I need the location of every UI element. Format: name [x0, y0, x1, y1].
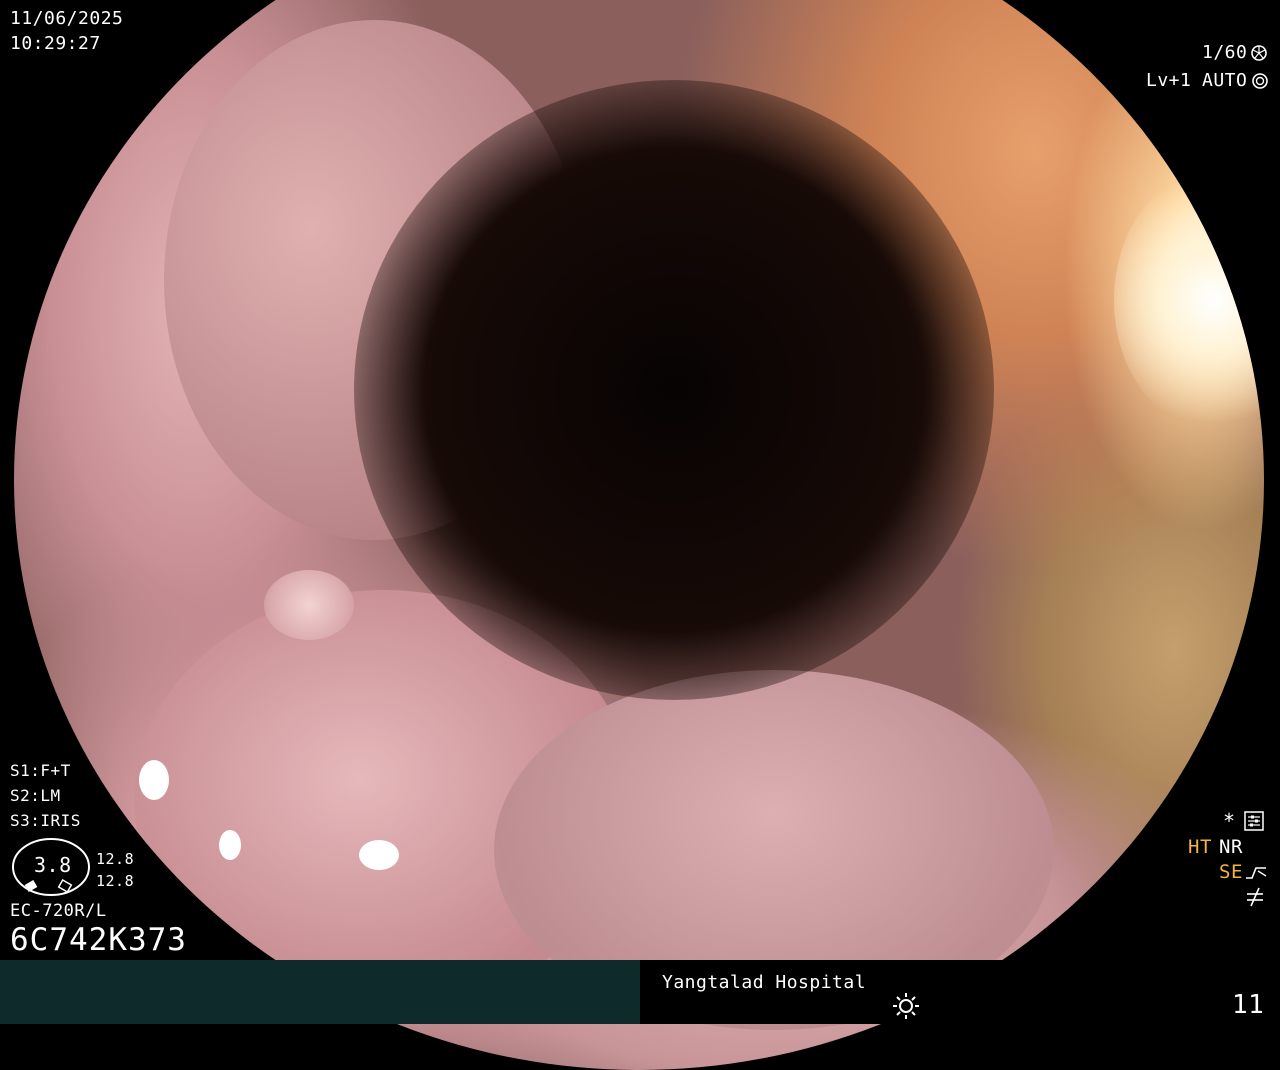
se-curve-icon: [1244, 862, 1268, 882]
nodule: [264, 570, 354, 640]
glare-spot: [359, 840, 399, 870]
light-reflection: [1114, 170, 1264, 430]
scope-model: EC-720R/L: [10, 901, 107, 921]
nr-label: NR: [1219, 836, 1243, 858]
auto-iris-icon: [1250, 70, 1270, 90]
bottom-bar-left: [0, 960, 640, 1024]
zoom-indicator: 3.8: [10, 836, 92, 898]
endoscopic-image: [14, 0, 1264, 1070]
iris-mode-label: AUTO: [1202, 70, 1248, 91]
scale-bottom: 12.8: [96, 872, 135, 890]
setting-s2: S2:LM: [10, 786, 61, 805]
setting-s1: S1:F+T: [10, 761, 71, 780]
ht-label: HT: [1188, 836, 1212, 858]
shutter-label: 1/60: [1202, 42, 1248, 63]
light-icon: [890, 990, 922, 1022]
bottom-bar-right: Yangtalad Hospital 11: [640, 960, 1280, 1024]
not-equal-icon: [1244, 885, 1266, 907]
date-label: 11/06/2025: [10, 8, 124, 29]
image-number: 11: [1232, 990, 1265, 1020]
glare-spot: [219, 830, 241, 860]
setting-s3: S3:IRIS: [10, 811, 81, 830]
shutter-icon: [1250, 42, 1268, 62]
level-label: Lv+1: [1146, 70, 1192, 91]
time-label: 10:29:27: [10, 33, 101, 54]
zoom-value: 3.8: [34, 853, 72, 877]
settings-panel-icon: [1244, 811, 1264, 831]
asterisk-marker: *: [1223, 809, 1236, 833]
hospital-name: Yangtalad Hospital: [662, 972, 867, 993]
scale-top: 12.8: [96, 850, 135, 868]
lumen: [354, 80, 994, 700]
glare-spot: [139, 760, 169, 800]
scope-serial: 6C742K373: [10, 922, 187, 958]
se-label: SE: [1219, 861, 1243, 883]
